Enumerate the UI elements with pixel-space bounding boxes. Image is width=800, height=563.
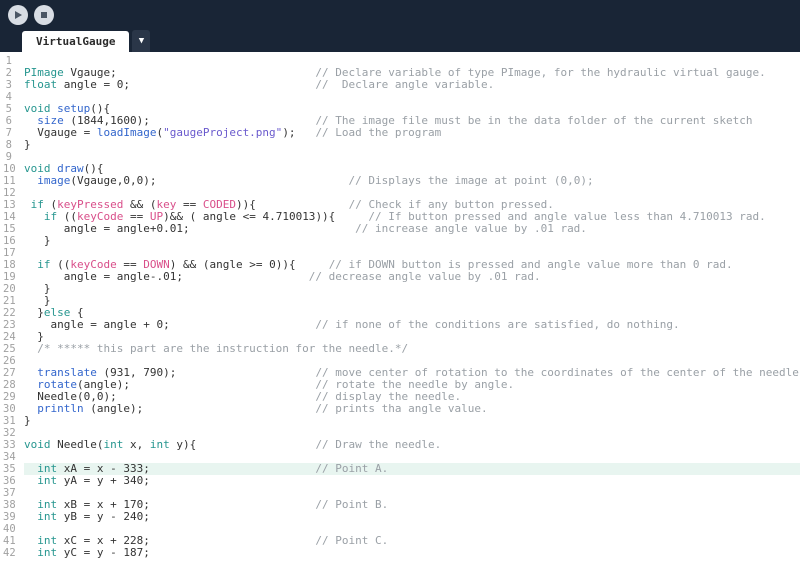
tab-menu-button[interactable]: ▼ bbox=[132, 30, 150, 52]
code-line[interactable] bbox=[24, 91, 800, 103]
code-line[interactable]: /* ***** this part are the instruction f… bbox=[24, 343, 800, 355]
code-line[interactable]: void Needle(int x, int y){ // Draw the n… bbox=[24, 439, 800, 451]
code-line[interactable]: } bbox=[24, 415, 800, 427]
code-area[interactable]: PImage Vgauge; // Declare variable of ty… bbox=[18, 52, 800, 563]
code-line[interactable]: image(Vgauge,0,0); // Displays the image… bbox=[24, 175, 800, 187]
play-icon bbox=[13, 10, 23, 20]
code-line[interactable]: } bbox=[24, 235, 800, 247]
code-line[interactable]: int yC = y - 187; bbox=[24, 547, 800, 559]
code-line[interactable]: } bbox=[24, 283, 800, 295]
code-line[interactable]: angle = angle-.01; // decrease angle val… bbox=[24, 271, 800, 283]
stop-icon bbox=[39, 10, 49, 20]
code-line[interactable]: angle = angle+0.01; // increase angle va… bbox=[24, 223, 800, 235]
code-line[interactable]: int yB = y - 240; bbox=[24, 511, 800, 523]
code-line[interactable]: int yA = y + 340; bbox=[24, 475, 800, 487]
run-button[interactable] bbox=[8, 5, 28, 25]
code-line[interactable]: Vgauge = loadImage("gaugeProject.png"); … bbox=[24, 127, 800, 139]
toolbar bbox=[0, 0, 800, 30]
code-line[interactable]: } bbox=[24, 139, 800, 151]
code-line[interactable]: float angle = 0; // Declare angle variab… bbox=[24, 79, 800, 91]
code-line[interactable] bbox=[24, 151, 800, 163]
code-line[interactable]: println (angle); // prints tha angle val… bbox=[24, 403, 800, 415]
code-line[interactable]: angle = angle + 0; // if none of the con… bbox=[24, 319, 800, 331]
code-editor[interactable]: 1234567891011121314151617181920212223242… bbox=[0, 52, 800, 563]
tab-bar: VirtualGauge ▼ bbox=[0, 30, 800, 52]
stop-button[interactable] bbox=[34, 5, 54, 25]
code-line[interactable]: } bbox=[24, 295, 800, 307]
line-gutter: 1234567891011121314151617181920212223242… bbox=[0, 52, 18, 563]
tab-virtualgauge[interactable]: VirtualGauge bbox=[22, 31, 129, 52]
